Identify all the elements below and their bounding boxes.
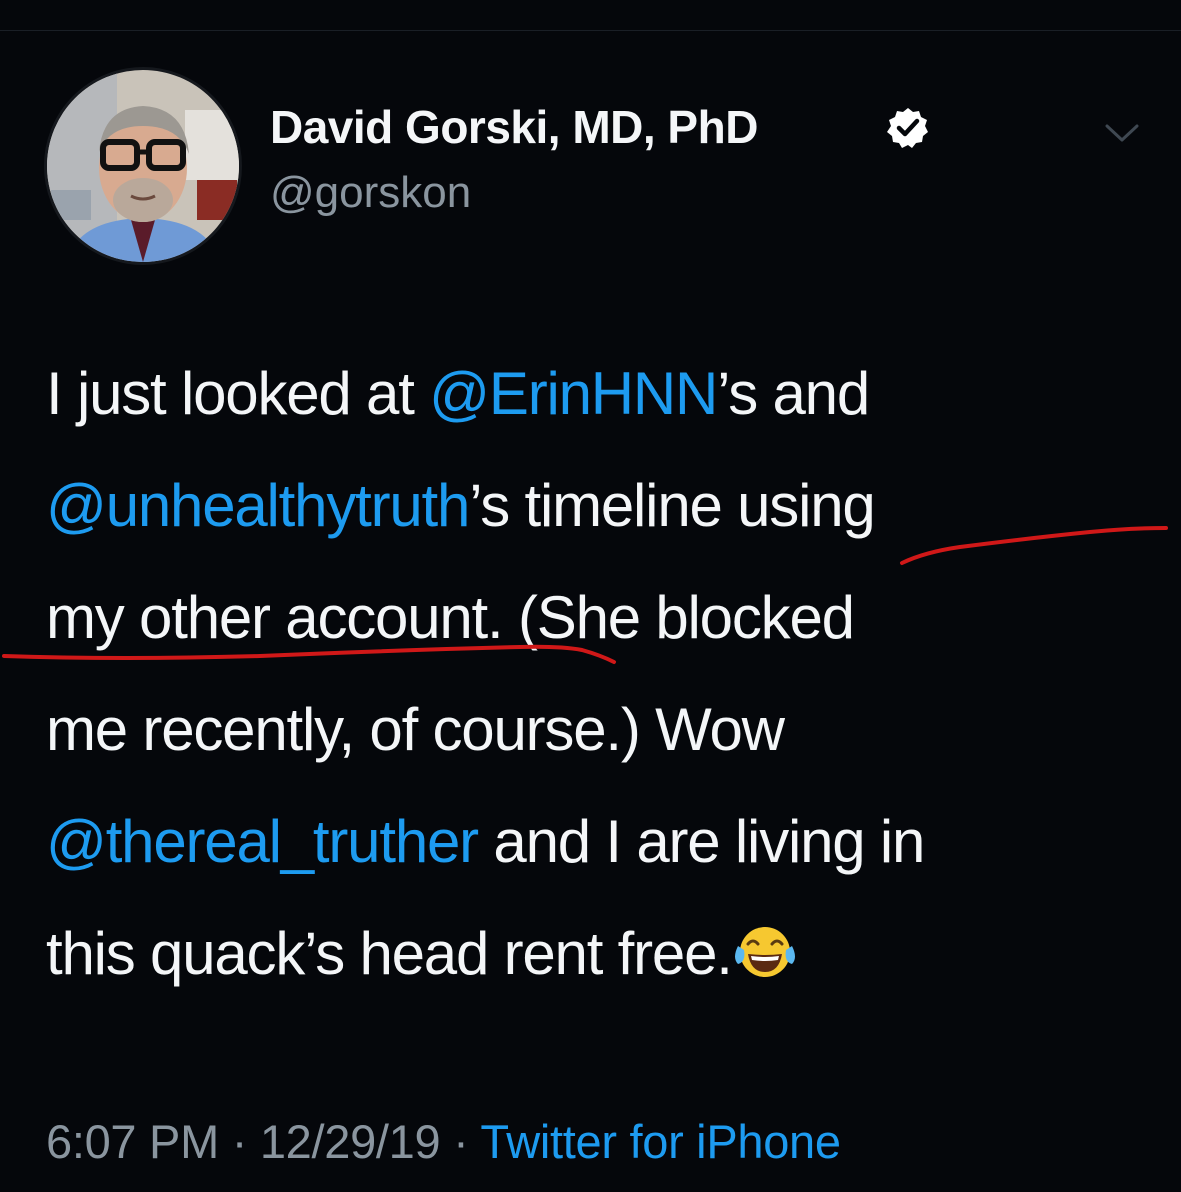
tweet-text-segment: and I are living in	[477, 808, 925, 875]
tweet-line: @thereal_truther and I are living in	[46, 786, 1166, 898]
avatar[interactable]	[44, 67, 242, 265]
tweet-line: me recently, of course.) Wow	[46, 674, 1166, 786]
author-name[interactable]: David Gorski, MD, PhD	[270, 100, 758, 154]
mention-link[interactable]: @unhealthytruth	[46, 472, 470, 539]
separator: ·	[218, 1115, 260, 1168]
author-handle[interactable]: @gorskon	[270, 168, 471, 218]
tweet-card: David Gorski, MD, PhD @gorskon I just lo…	[0, 0, 1181, 1192]
separator: ·	[440, 1115, 481, 1168]
tweet-text-segment: my other account. (She blocked	[46, 584, 855, 651]
mention-link[interactable]: @ErinHNN	[429, 360, 718, 427]
tweet-metadata: 6:07 PM · 12/29/19 · Twitter for iPhone	[46, 1114, 841, 1169]
tweet-time[interactable]: 6:07 PM	[46, 1115, 219, 1168]
tweet-line: @unhealthytruth’s timeline using	[46, 450, 1166, 562]
face-with-tears-of-joy-icon	[734, 927, 795, 977]
tweet-line: I just looked at @ErinHNN’s and	[46, 338, 1166, 450]
mention-link[interactable]: @thereal_truther	[46, 808, 479, 875]
tweet-text-segment: me recently, of course.) Wow	[46, 696, 785, 763]
tweet-text-segment: ’s timeline using	[469, 472, 876, 539]
tweet-line: my other account. (She blocked	[46, 562, 1166, 674]
tweet-text-segment: I just looked at	[46, 360, 430, 427]
divider	[0, 30, 1181, 31]
verified-badge-icon	[887, 108, 928, 148]
tweet-date[interactable]: 12/29/19	[260, 1115, 441, 1168]
tweet-line: this quack’s head rent free.	[46, 898, 1166, 1010]
tweet-text-segment: this quack’s head rent free.	[46, 920, 733, 987]
tweet-source-link[interactable]: Twitter for iPhone	[480, 1115, 841, 1168]
tweet-text-segment: ’s and	[717, 360, 870, 427]
chevron-down-icon[interactable]	[1102, 120, 1142, 146]
tweet-text: I just looked at @ErinHNN’s and @unhealt…	[46, 338, 1166, 1010]
avatar-photo	[47, 70, 239, 262]
